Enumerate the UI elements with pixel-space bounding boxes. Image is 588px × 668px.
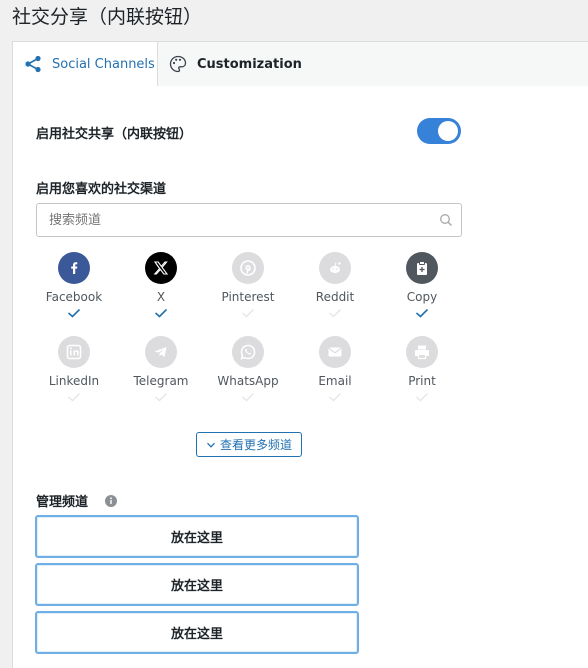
channel-name: Print [408, 374, 436, 388]
channel-name: Email [318, 374, 352, 388]
show-more-label: 查看更多频道 [219, 438, 292, 452]
channel-facebook[interactable]: Facebook [34, 252, 114, 318]
tab-label: Customization [197, 56, 302, 72]
check-icon [68, 393, 80, 402]
channel-print[interactable]: Print [382, 336, 462, 402]
palette-icon [168, 54, 188, 74]
tab-label: Social Channels [52, 56, 155, 72]
channels-section-label: 启用您喜欢的社交渠道 [36, 182, 167, 197]
drop-zone-label: 放在这里 [170, 531, 223, 546]
check-icon [154, 308, 168, 318]
linkedin-icon [58, 336, 90, 368]
share-icon [23, 54, 43, 74]
tab-social-channels[interactable]: Social Channels [13, 42, 158, 86]
show-more-channels-button[interactable]: 查看更多频道 [196, 432, 302, 457]
search-icon [439, 212, 453, 231]
check-icon [416, 393, 428, 402]
x-icon [145, 252, 177, 284]
email-icon [319, 336, 351, 368]
page-title: 社交分享（内联按钮） [12, 6, 203, 28]
channel-whatsapp[interactable]: WhatsApp [208, 336, 288, 402]
channel-x[interactable]: X [121, 252, 201, 318]
drop-zone-label: 放在这里 [170, 627, 223, 642]
channel-name: Facebook [45, 290, 103, 304]
print-icon [406, 336, 438, 368]
channel-name: LinkedIn [48, 374, 100, 388]
channel-name: Telegram [133, 374, 189, 388]
enable-sharing-label: 启用社交共享（内联按钮） [36, 127, 193, 142]
channel-copy[interactable]: Copy [382, 252, 462, 318]
drop-zone[interactable]: 放在这里 [35, 515, 359, 558]
channel-name: Pinterest [221, 290, 275, 304]
facebook-icon [58, 252, 90, 284]
channel-pinterest[interactable]: Pinterest [208, 252, 288, 318]
check-icon [242, 393, 254, 402]
check-icon [155, 393, 167, 402]
telegram-icon [145, 336, 177, 368]
check-icon [415, 308, 429, 318]
check-icon [329, 309, 341, 318]
manage-channels-label: 管理频道 [36, 495, 89, 510]
drop-zone-label: 放在这里 [170, 579, 223, 594]
toggle-knob [438, 121, 458, 141]
check-icon [242, 309, 254, 318]
channel-telegram[interactable]: Telegram [121, 336, 201, 402]
settings-panel: Social Channels Customization 启用社交共享（内联按… [12, 41, 588, 668]
chevron-down-icon [207, 442, 215, 448]
channel-name: Copy [406, 290, 438, 304]
pinterest-icon [232, 252, 264, 284]
channel-email[interactable]: Email [295, 336, 375, 402]
check-icon [67, 308, 81, 318]
search-input[interactable] [36, 203, 462, 237]
drop-zone[interactable]: 放在这里 [35, 563, 359, 606]
channel-reddit[interactable]: Reddit [295, 252, 375, 318]
clipboard-icon [406, 252, 438, 284]
drop-zone[interactable]: 放在这里 [35, 611, 359, 654]
channel-name: WhatsApp [217, 374, 279, 388]
reddit-icon [319, 252, 351, 284]
enable-sharing-toggle[interactable] [417, 118, 461, 144]
channel-name: Reddit [315, 290, 355, 304]
tab-customization[interactable]: Customization [168, 42, 302, 86]
whatsapp-icon [232, 336, 264, 368]
info-icon[interactable] [105, 492, 117, 511]
channel-name: X [156, 290, 166, 304]
channel-linkedin[interactable]: LinkedIn [34, 336, 114, 402]
tab-bar: Social Channels Customization [13, 42, 588, 86]
check-icon [329, 393, 341, 402]
